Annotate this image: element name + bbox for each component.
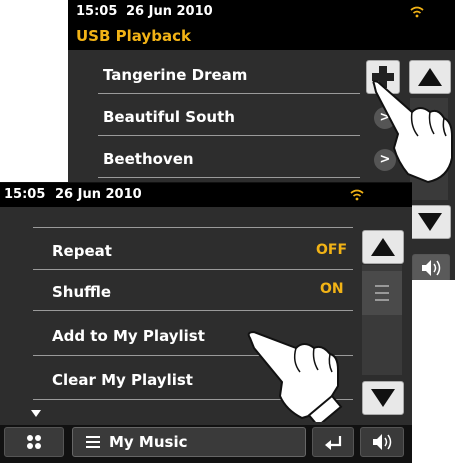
bottom-bar: My Music [0, 425, 412, 463]
wifi-icon [410, 6, 424, 18]
row-divider [33, 227, 353, 228]
my-music-button[interactable]: My Music [72, 427, 306, 457]
scroll-up-button[interactable] [362, 230, 404, 264]
menu-item-add-to-playlist[interactable]: Add to My Playlist [52, 327, 205, 345]
row-divider [98, 135, 360, 136]
volume-icon [373, 434, 392, 450]
status-bar: 15:05 26 Jun 2010 [68, 0, 455, 24]
scrollbar-thumb[interactable] [362, 271, 402, 315]
setting-shuffle-value: ON [320, 281, 344, 297]
row-divider [33, 310, 353, 311]
volume-button[interactable] [412, 254, 450, 280]
row-divider [33, 269, 353, 270]
status-bar: 15:05 26 Jun 2010 [0, 183, 412, 207]
menu-item-clear-playlist[interactable]: Clear My Playlist [52, 371, 193, 389]
arrow-down-icon [418, 213, 442, 231]
clock-time: 15:05 [4, 187, 46, 202]
row-divider [98, 177, 360, 178]
scroll-down-button[interactable] [362, 381, 404, 415]
my-music-label: My Music [109, 433, 188, 451]
clock-date: 26 Jun 2010 [55, 187, 142, 202]
row-divider [98, 93, 360, 94]
clock-time: 15:05 [76, 4, 118, 19]
back-button[interactable] [312, 427, 354, 457]
grip-icon [375, 285, 389, 301]
return-icon [325, 436, 342, 450]
scroll-down-button[interactable] [409, 205, 451, 239]
setting-repeat-label[interactable]: Repeat [52, 242, 112, 260]
list-icon [86, 436, 100, 448]
arrow-up-icon [371, 238, 395, 256]
setting-shuffle-label[interactable]: Shuffle [52, 283, 111, 301]
menu-button[interactable] [4, 427, 64, 457]
pointing-hand-icon [372, 80, 453, 184]
page-title: USB Playback [68, 24, 455, 50]
list-item-tangerine-dream[interactable]: Tangerine Dream [103, 66, 247, 84]
list-item-beautiful-south[interactable]: Beautiful South [103, 108, 235, 126]
scrollbar-track[interactable] [362, 265, 402, 375]
wifi-icon [350, 189, 364, 201]
pointing-hand-icon [247, 330, 343, 422]
more-below-icon [31, 410, 41, 417]
grid-menu-icon [27, 435, 41, 449]
volume-icon [422, 260, 441, 276]
arrow-down-icon [371, 389, 395, 407]
volume-button[interactable] [360, 427, 404, 457]
setting-repeat-value: OFF [316, 242, 348, 258]
clock-date: 26 Jun 2010 [126, 4, 213, 19]
list-item-beethoven[interactable]: Beethoven [103, 150, 194, 168]
